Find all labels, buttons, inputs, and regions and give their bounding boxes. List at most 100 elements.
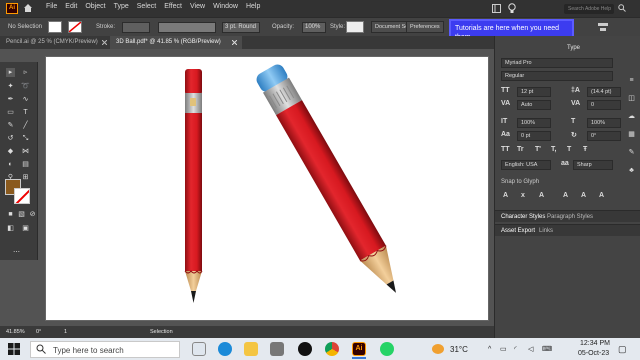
temperature[interactable]: 31°C — [450, 345, 468, 354]
file-explorer-icon[interactable] — [244, 342, 258, 356]
rectangle-tool-icon[interactable]: ▭ — [6, 108, 15, 117]
rotate-tool-icon[interactable]: ↺ — [6, 134, 15, 143]
brush-definition[interactable]: 3 pt. Round — [222, 22, 260, 33]
tab-3d-ball[interactable]: 3D Ball.pdf* @ 41.85 % (RGB/Preview) — [110, 36, 242, 49]
artboard-tool-icon[interactable]: ⊞ — [21, 173, 30, 182]
kerning-field[interactable]: Auto — [517, 100, 551, 110]
selection-tool-icon[interactable]: ▸ — [6, 68, 15, 77]
menu-window[interactable]: Window — [213, 3, 238, 10]
font-style-select[interactable]: Regular — [501, 71, 613, 81]
tab-character-styles[interactable]: Character Styles — [501, 214, 545, 220]
tab-pencil-ai[interactable]: Pencil.ai @ 25 % (CMYK/Preview) — [0, 36, 108, 49]
settings-icon[interactable] — [270, 342, 284, 356]
direct-selection-tool-icon[interactable]: ▹ — [21, 68, 30, 77]
pencil-vertical[interactable] — [184, 69, 203, 303]
clock-date[interactable]: 05-Oct-23 — [578, 350, 609, 357]
variable-width-profile[interactable] — [158, 22, 216, 33]
zoom-level[interactable]: 41.85% — [6, 329, 25, 335]
menu-effect[interactable]: Effect — [164, 3, 182, 10]
stroke-color-swatch[interactable] — [14, 188, 30, 204]
task-view-icon[interactable] — [192, 342, 206, 356]
none-mode-icon[interactable]: ⊘ — [28, 210, 37, 219]
menu-view[interactable]: View — [190, 3, 205, 10]
help-search-input[interactable]: Search Adobe Help — [564, 4, 614, 14]
snap-baseline-icon[interactable]: A — [503, 192, 508, 199]
notification-icon[interactable]: ▢ — [618, 344, 627, 355]
scale-tool-icon[interactable]: ⤡ — [21, 134, 30, 143]
screen-mode-icon[interactable]: ▣ — [21, 224, 30, 233]
leading-field[interactable]: (14.4 pt) — [587, 87, 621, 97]
tab-paragraph-styles[interactable]: Paragraph Styles — [547, 214, 593, 220]
menu-file[interactable]: File — [46, 3, 57, 10]
color-mode-icon[interactable]: ■ — [6, 210, 15, 219]
pencil-diagonal[interactable] — [254, 62, 409, 300]
network-icon[interactable]: ▭ — [500, 345, 507, 353]
snap-proximity-icon[interactable]: A — [563, 192, 568, 199]
opacity-field[interactable]: 100% — [302, 22, 326, 33]
rotation-value[interactable]: 0° — [36, 329, 41, 335]
stroke-swatch[interactable] — [68, 21, 82, 33]
tab-asset-export[interactable]: Asset Export — [501, 228, 535, 234]
arrange-documents-icon[interactable] — [492, 4, 501, 13]
preferences-button[interactable]: Preferences — [406, 21, 444, 33]
media-player-icon[interactable] — [298, 342, 312, 356]
wifi-icon[interactable]: ◜ — [514, 345, 517, 353]
draw-mode-icon[interactable]: ◧ — [6, 224, 15, 233]
chrome-icon[interactable] — [325, 342, 339, 356]
snap-angular-icon[interactable]: A — [581, 192, 586, 199]
brushes-dock-icon[interactable]: ✎ — [627, 148, 636, 157]
magic-wand-tool-icon[interactable]: ✦ — [6, 82, 15, 91]
weather-icon[interactable] — [432, 344, 444, 354]
whatsapp-icon[interactable] — [380, 342, 394, 356]
windows-icon[interactable] — [8, 343, 20, 355]
graphic-style-swatch[interactable] — [346, 21, 364, 33]
input-method-icon[interactable]: ⌨ — [542, 345, 552, 353]
superscript-button[interactable]: T' — [535, 146, 541, 153]
gradient-mode-icon[interactable]: ▧ — [17, 210, 26, 219]
menu-type[interactable]: Type — [114, 3, 129, 10]
edge-icon[interactable] — [218, 342, 232, 356]
font-family-select[interactable]: Myriad Pro — [501, 58, 613, 68]
small-caps-button[interactable]: Tr — [517, 146, 524, 153]
shape-builder-tool-icon[interactable]: ◐ — [6, 160, 15, 169]
illustrator-icon[interactable]: Ai — [352, 342, 366, 356]
stroke-weight-field[interactable] — [122, 22, 150, 33]
tray-chevron-icon[interactable]: ^ — [488, 346, 491, 353]
more-tools-icon[interactable]: ⋯ — [12, 248, 21, 257]
pencil-tool-icon[interactable]: ✎ — [6, 121, 15, 130]
artboard-number[interactable]: 1 — [64, 329, 67, 335]
curvature-tool-icon[interactable]: ∿ — [21, 95, 30, 104]
character-rotation-field[interactable]: 0° — [587, 131, 621, 141]
align-icon[interactable] — [598, 22, 608, 32]
strikethrough-button[interactable]: Ŧ — [583, 146, 587, 153]
menu-help[interactable]: Help — [246, 3, 260, 10]
line-tool-icon[interactable]: ╱ — [21, 121, 30, 130]
snap-glyph-bounds-icon[interactable]: A — [539, 192, 544, 199]
perspective-grid-tool-icon[interactable]: ▤ — [21, 160, 30, 169]
width-tool-icon[interactable]: ⋈ — [21, 147, 30, 156]
horizontal-scale-field[interactable]: 100% — [587, 118, 621, 128]
close-tab-icon[interactable] — [102, 40, 107, 45]
font-size-field[interactable]: 12 pt — [517, 87, 551, 97]
fill-swatch[interactable] — [48, 21, 62, 33]
artboard[interactable] — [45, 56, 489, 321]
menu-select[interactable]: Select — [137, 3, 156, 10]
clock-time[interactable]: 12:34 PM — [580, 340, 610, 347]
pen-tool-icon[interactable]: ✒ — [6, 95, 15, 104]
underline-button[interactable]: T — [567, 146, 571, 153]
vertical-scale-field[interactable]: 100% — [517, 118, 551, 128]
tab-links[interactable]: Links — [539, 228, 553, 234]
tracking-field[interactable]: 0 — [587, 100, 621, 110]
snap-anchor-icon[interactable]: A — [599, 192, 604, 199]
snap-x-height-icon[interactable]: x — [521, 192, 525, 199]
properties-dock-icon[interactable]: ≡ — [627, 76, 636, 85]
taskbar-search-input[interactable]: Type here to search — [30, 341, 180, 358]
search-icon[interactable] — [618, 4, 626, 12]
menu-object[interactable]: Object — [85, 3, 105, 10]
home-icon[interactable] — [23, 3, 33, 13]
layers-dock-icon[interactable]: ◫ — [627, 94, 636, 103]
anti-alias-select[interactable]: Sharp — [573, 160, 613, 170]
lightbulb-icon[interactable] — [508, 3, 516, 14]
swatches-dock-icon[interactable]: ▦ — [627, 130, 636, 139]
menu-edit[interactable]: Edit — [65, 3, 77, 10]
